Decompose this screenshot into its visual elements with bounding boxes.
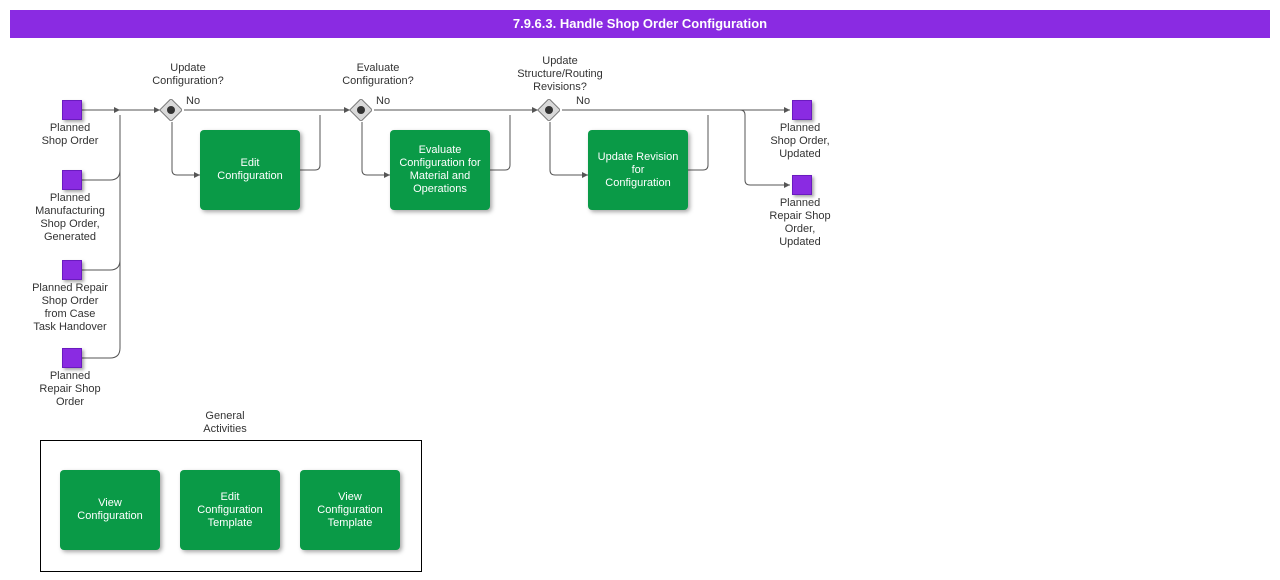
end-event-planned-repair-updated[interactable] [792, 175, 812, 195]
branch-no-label: No [186, 95, 200, 107]
task-view-configuration-template[interactable]: ViewConfigurationTemplate [300, 470, 400, 550]
task-update-revision-for-configuration[interactable]: Update RevisionforConfiguration [588, 130, 688, 210]
task-edit-configuration[interactable]: EditConfiguration [200, 130, 300, 210]
branch-no-label: No [576, 95, 590, 107]
start-label: PlannedShop Order [20, 122, 120, 148]
branch-no-label: No [376, 95, 390, 107]
gateway-label: UpdateStructure/RoutingRevisions? [490, 55, 630, 94]
gateway-evaluate-configuration[interactable] [350, 99, 372, 121]
task-view-configuration[interactable]: ViewConfiguration [60, 470, 160, 550]
start-event-planned-shop-order[interactable] [62, 100, 82, 120]
gateway-label: EvaluateConfiguration? [318, 62, 438, 88]
start-event-planned-repair-from-case[interactable] [62, 260, 82, 280]
gateway-label: UpdateConfiguration? [128, 62, 248, 88]
end-event-planned-shop-order-updated[interactable] [792, 100, 812, 120]
start-label: PlannedManufacturingShop Order,Generated [20, 192, 120, 244]
gateway-update-structure-routing[interactable] [538, 99, 560, 121]
end-label: PlannedShop Order,Updated [750, 122, 850, 161]
diagram-canvas: 7.9.6.3. Handle Shop Order Configuration [0, 0, 1280, 580]
gateway-update-configuration[interactable] [160, 99, 182, 121]
title-bar: 7.9.6.3. Handle Shop Order Configuration [10, 10, 1270, 38]
task-evaluate-config-material-ops[interactable]: EvaluateConfiguration forMaterial andOpe… [390, 130, 490, 210]
start-event-planned-repair-shop-order[interactable] [62, 348, 82, 368]
task-edit-configuration-template[interactable]: EditConfigurationTemplate [180, 470, 280, 550]
start-event-planned-mfg-shop-order[interactable] [62, 170, 82, 190]
start-label: Planned RepairShop Orderfrom CaseTask Ha… [20, 282, 120, 334]
start-label: PlannedRepair ShopOrder [20, 370, 120, 409]
general-activities-title: GeneralActivities [170, 410, 280, 436]
end-label: PlannedRepair ShopOrder,Updated [750, 197, 850, 249]
